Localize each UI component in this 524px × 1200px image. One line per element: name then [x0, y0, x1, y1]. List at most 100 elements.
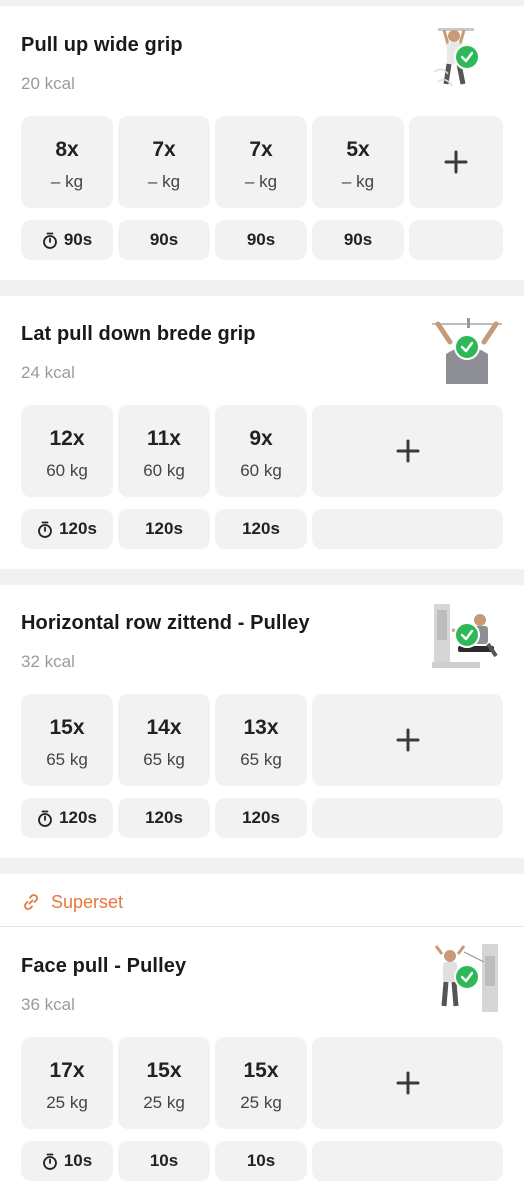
set-weight: – kg	[147, 172, 181, 191]
section-divider	[0, 569, 524, 585]
add-set-button[interactable]	[312, 694, 503, 786]
set-cell[interactable]: 15x 65 kg	[21, 694, 113, 786]
set-weight: – kg	[244, 172, 278, 191]
set-weight: 25 kg	[143, 1093, 185, 1112]
set-reps: 11x	[147, 427, 181, 450]
set-cell[interactable]: 7x – kg	[215, 116, 307, 208]
set-cell[interactable]: 8x – kg	[21, 116, 113, 208]
rest-cell[interactable]: 120s	[21, 509, 113, 549]
stopwatch-icon	[42, 1153, 57, 1170]
rest-cell[interactable]: 120s	[118, 798, 210, 838]
plus-icon	[396, 439, 419, 463]
rest-time: 10s	[246, 1151, 276, 1170]
set-reps: 15x	[146, 1059, 182, 1082]
set-weight: 60 kg	[143, 461, 185, 480]
rest-time: 10s	[63, 1151, 93, 1170]
plus-icon	[396, 1071, 419, 1095]
set-reps: 14x	[146, 716, 182, 739]
set-cell[interactable]: 7x – kg	[118, 116, 210, 208]
plus-icon	[444, 150, 468, 174]
set-reps: 15x	[243, 1059, 279, 1082]
set-reps: 12x	[49, 427, 85, 450]
set-weight: 60 kg	[240, 461, 282, 480]
add-set-button[interactable]	[409, 116, 503, 208]
set-reps: 7x	[152, 138, 176, 161]
exercise-title: Horizontal row zittend - Pulley	[21, 612, 310, 634]
rest-empty-cell	[409, 220, 503, 260]
rest-cell[interactable]: 90s	[21, 220, 113, 260]
section-divider	[0, 0, 524, 6]
section-divider	[0, 280, 524, 296]
rest-cell[interactable]: 10s	[21, 1141, 113, 1181]
exercise-kcal: 20 kcal	[21, 74, 75, 93]
exercise-thumbnail[interactable]	[430, 600, 504, 674]
rest-cell[interactable]: 90s	[215, 220, 307, 260]
rest-cell[interactable]: 120s	[215, 509, 307, 549]
rest-cell[interactable]: 120s	[118, 509, 210, 549]
add-set-button[interactable]	[312, 405, 503, 497]
checkmark-icon	[454, 334, 480, 360]
set-weight: 65 kg	[143, 750, 185, 769]
exercise-title: Lat pull down brede grip	[21, 323, 256, 345]
set-weight: 65 kg	[46, 750, 88, 769]
rest-time: 120s	[145, 808, 183, 827]
add-set-button[interactable]	[312, 1037, 503, 1129]
checkmark-icon	[454, 44, 480, 70]
rest-empty-cell	[312, 1141, 503, 1181]
rest-cell[interactable]: 90s	[312, 220, 404, 260]
set-reps: 15x	[49, 716, 85, 739]
rest-cell[interactable]: 120s	[21, 798, 113, 838]
rest-empty-cell	[312, 509, 503, 549]
set-cell[interactable]: 9x 60 kg	[215, 405, 307, 497]
set-weight: – kg	[341, 172, 375, 191]
rest-cell[interactable]: 90s	[118, 220, 210, 260]
exercise-thumbnail[interactable]	[430, 942, 504, 1016]
rest-time: 120s	[242, 519, 280, 538]
rest-time: 120s	[59, 519, 97, 538]
exercise-thumbnail[interactable]	[430, 312, 504, 386]
set-cell[interactable]: 17x 25 kg	[21, 1037, 113, 1129]
superset-label[interactable]: Superset	[21, 888, 123, 916]
set-cell[interactable]: 13x 65 kg	[215, 694, 307, 786]
set-cell[interactable]: 14x 65 kg	[118, 694, 210, 786]
set-reps: 9x	[249, 427, 273, 450]
checkmark-icon	[454, 622, 480, 648]
exercise-kcal: 32 kcal	[21, 652, 75, 671]
rest-time: 90s	[149, 230, 179, 249]
rest-time: 120s	[242, 808, 280, 827]
set-cell[interactable]: 5x – kg	[312, 116, 404, 208]
exercise-title: Face pull - Pulley	[21, 955, 187, 977]
exercise-kcal: 24 kcal	[21, 363, 75, 382]
set-cell[interactable]: 12x 60 kg	[21, 405, 113, 497]
set-weight: 65 kg	[240, 750, 282, 769]
rest-time: 90s	[63, 230, 93, 249]
stopwatch-icon	[42, 232, 57, 249]
set-reps: 5x	[346, 138, 370, 161]
superset-text: Superset	[51, 891, 124, 912]
rest-time: 120s	[145, 519, 183, 538]
set-reps: 13x	[243, 716, 279, 739]
rest-time: 90s	[343, 230, 373, 249]
rest-time: 10s	[149, 1151, 179, 1170]
set-weight: 25 kg	[240, 1093, 282, 1112]
rest-cell[interactable]: 10s	[215, 1141, 307, 1181]
set-weight: 25 kg	[46, 1093, 88, 1112]
rest-cell[interactable]: 120s	[215, 798, 307, 838]
set-cell[interactable]: 15x 25 kg	[215, 1037, 307, 1129]
set-cell[interactable]: 11x 60 kg	[118, 405, 210, 497]
link-icon	[24, 894, 38, 910]
set-weight: – kg	[50, 172, 84, 191]
divider-line	[0, 926, 524, 927]
rest-time: 120s	[59, 808, 97, 827]
checkmark-icon	[454, 964, 480, 990]
plus-icon	[396, 728, 419, 752]
rest-time: 90s	[246, 230, 276, 249]
set-cell[interactable]: 15x 25 kg	[118, 1037, 210, 1129]
section-divider	[0, 858, 524, 874]
set-weight: 60 kg	[46, 461, 88, 480]
exercise-thumbnail[interactable]	[430, 22, 504, 96]
stopwatch-icon	[38, 810, 52, 827]
set-reps: 8x	[55, 138, 79, 161]
rest-cell[interactable]: 10s	[118, 1141, 210, 1181]
rest-empty-cell	[312, 798, 503, 838]
